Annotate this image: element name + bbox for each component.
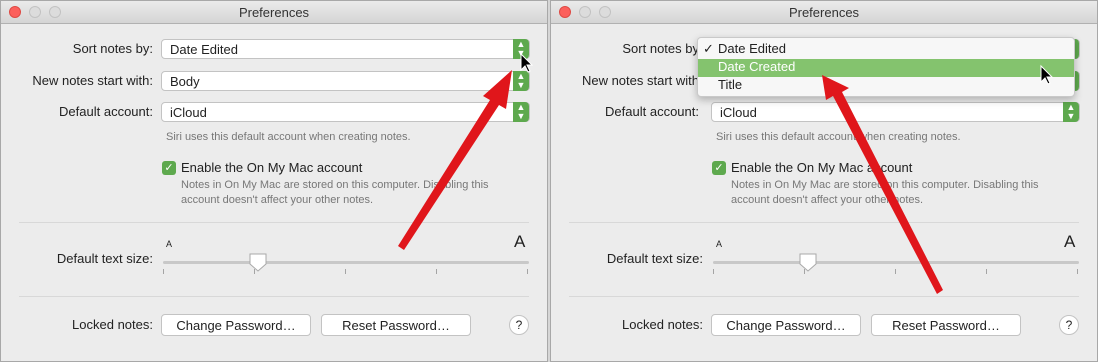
slider-tick bbox=[436, 269, 437, 274]
on-my-mac-checkbox-label[interactable]: Enable the On My Mac account bbox=[181, 160, 362, 175]
default-account-popup[interactable]: iCloud ▲ ▼ bbox=[711, 102, 1080, 122]
text-size-small-label: A bbox=[716, 239, 723, 249]
text-size-slider-thumb[interactable] bbox=[248, 253, 268, 273]
window-title: Preferences bbox=[788, 5, 860, 20]
separator bbox=[569, 296, 1079, 297]
on-my-mac-hint-line-2: account doesn't affect your other notes. bbox=[731, 194, 924, 206]
new-notes-popup[interactable]: Body ▲ ▼ bbox=[161, 71, 530, 91]
sort-notes-label: Sort notes by bbox=[622, 41, 699, 56]
title-bar[interactable]: Preferences bbox=[551, 1, 1097, 24]
on-my-mac-hint-line-1: Notes in On My Mac are stored on this co… bbox=[731, 179, 1039, 191]
up-down-chevron-icon: ▲▼ bbox=[1063, 102, 1079, 122]
checkmark-icon: ✓ bbox=[703, 41, 714, 56]
menu-item-title[interactable]: Title bbox=[698, 77, 1074, 95]
separator bbox=[569, 222, 1079, 223]
reset-password-button[interactable]: Reset Password… bbox=[321, 314, 471, 336]
new-notes-label: New notes start with bbox=[581, 73, 699, 88]
change-password-button[interactable]: Change Password… bbox=[161, 314, 311, 336]
default-account-popup[interactable]: iCloud ▲ ▼ bbox=[161, 102, 530, 122]
sort-notes-menu: ✓ Date Edited Date Created Title bbox=[697, 37, 1075, 97]
slider-tick bbox=[986, 269, 987, 274]
on-my-mac-checkbox[interactable]: ✓ bbox=[162, 161, 176, 175]
separator bbox=[19, 296, 529, 297]
menu-item-label: Date Edited bbox=[718, 41, 786, 56]
menu-item-label: Date Created bbox=[718, 59, 796, 74]
help-button[interactable]: ? bbox=[509, 315, 529, 335]
slider-tick bbox=[163, 269, 164, 274]
account-hint: Siri uses this default account when crea… bbox=[716, 131, 961, 143]
window-title: Preferences bbox=[238, 5, 310, 20]
preferences-window-left: Preferences Sort notes by: Date Edited ▲… bbox=[0, 0, 548, 362]
slider-tick bbox=[713, 269, 714, 274]
checkmark-icon: ✓ bbox=[164, 162, 174, 174]
locked-notes-label: Locked notes: bbox=[72, 317, 153, 332]
on-my-mac-checkbox[interactable]: ✓ bbox=[712, 161, 726, 175]
sort-notes-popup[interactable]: Date Edited ▲ ▼ bbox=[161, 39, 530, 59]
slider-tick bbox=[1077, 269, 1078, 274]
slider-tick bbox=[345, 269, 346, 274]
default-text-size-label: Default text size: bbox=[606, 251, 703, 266]
sort-notes-label: Sort notes by: bbox=[72, 41, 153, 56]
slider-tick bbox=[895, 269, 896, 274]
sort-notes-value: Date Edited bbox=[170, 42, 238, 57]
checkmark-icon: ✓ bbox=[714, 162, 724, 174]
default-text-size-label: Default text size: bbox=[56, 251, 153, 266]
menu-item-date-created[interactable]: Date Created bbox=[698, 59, 1074, 77]
reset-password-button[interactable]: Reset Password… bbox=[871, 314, 1021, 336]
new-notes-label: New notes start with: bbox=[32, 73, 153, 88]
title-bar[interactable]: Preferences bbox=[1, 1, 547, 24]
up-down-chevron-icon: ▲▼ bbox=[513, 102, 529, 122]
on-my-mac-hint-line-1: Notes in On My Mac are stored on this co… bbox=[181, 179, 489, 191]
on-my-mac-hint-line-2: account doesn't affect your other notes. bbox=[181, 194, 374, 206]
text-size-large-label: A bbox=[514, 232, 526, 251]
up-down-chevron-icon: ▲▼ bbox=[513, 71, 529, 91]
help-button[interactable]: ? bbox=[1059, 315, 1079, 335]
default-account-label: Default account: bbox=[59, 104, 153, 119]
text-size-slider-thumb[interactable] bbox=[798, 253, 818, 273]
new-notes-value: Body bbox=[170, 74, 200, 89]
locked-notes-label: Locked notes: bbox=[622, 317, 703, 332]
on-my-mac-checkbox-label[interactable]: Enable the On My Mac account bbox=[731, 160, 912, 175]
separator bbox=[19, 222, 529, 223]
preferences-window-right: Preferences Sort notes by ▲▼ New notes s… bbox=[550, 0, 1098, 362]
account-hint: Siri uses this default account when crea… bbox=[166, 131, 411, 143]
default-account-label: Default account: bbox=[605, 104, 699, 119]
default-account-value: iCloud bbox=[170, 105, 207, 120]
text-size-large-label: A bbox=[1064, 232, 1076, 251]
menu-item-date-edited[interactable]: ✓ Date Edited bbox=[698, 41, 1074, 59]
change-password-button[interactable]: Change Password… bbox=[711, 314, 861, 336]
default-account-value: iCloud bbox=[720, 105, 757, 120]
slider-tick bbox=[527, 269, 528, 274]
menu-item-label: Title bbox=[718, 77, 743, 92]
text-size-small-label: A bbox=[166, 239, 173, 249]
text-size-slider-track[interactable] bbox=[163, 261, 529, 264]
up-down-chevron-icon: ▲▼ bbox=[513, 39, 529, 59]
text-size-slider-track[interactable] bbox=[713, 261, 1079, 264]
